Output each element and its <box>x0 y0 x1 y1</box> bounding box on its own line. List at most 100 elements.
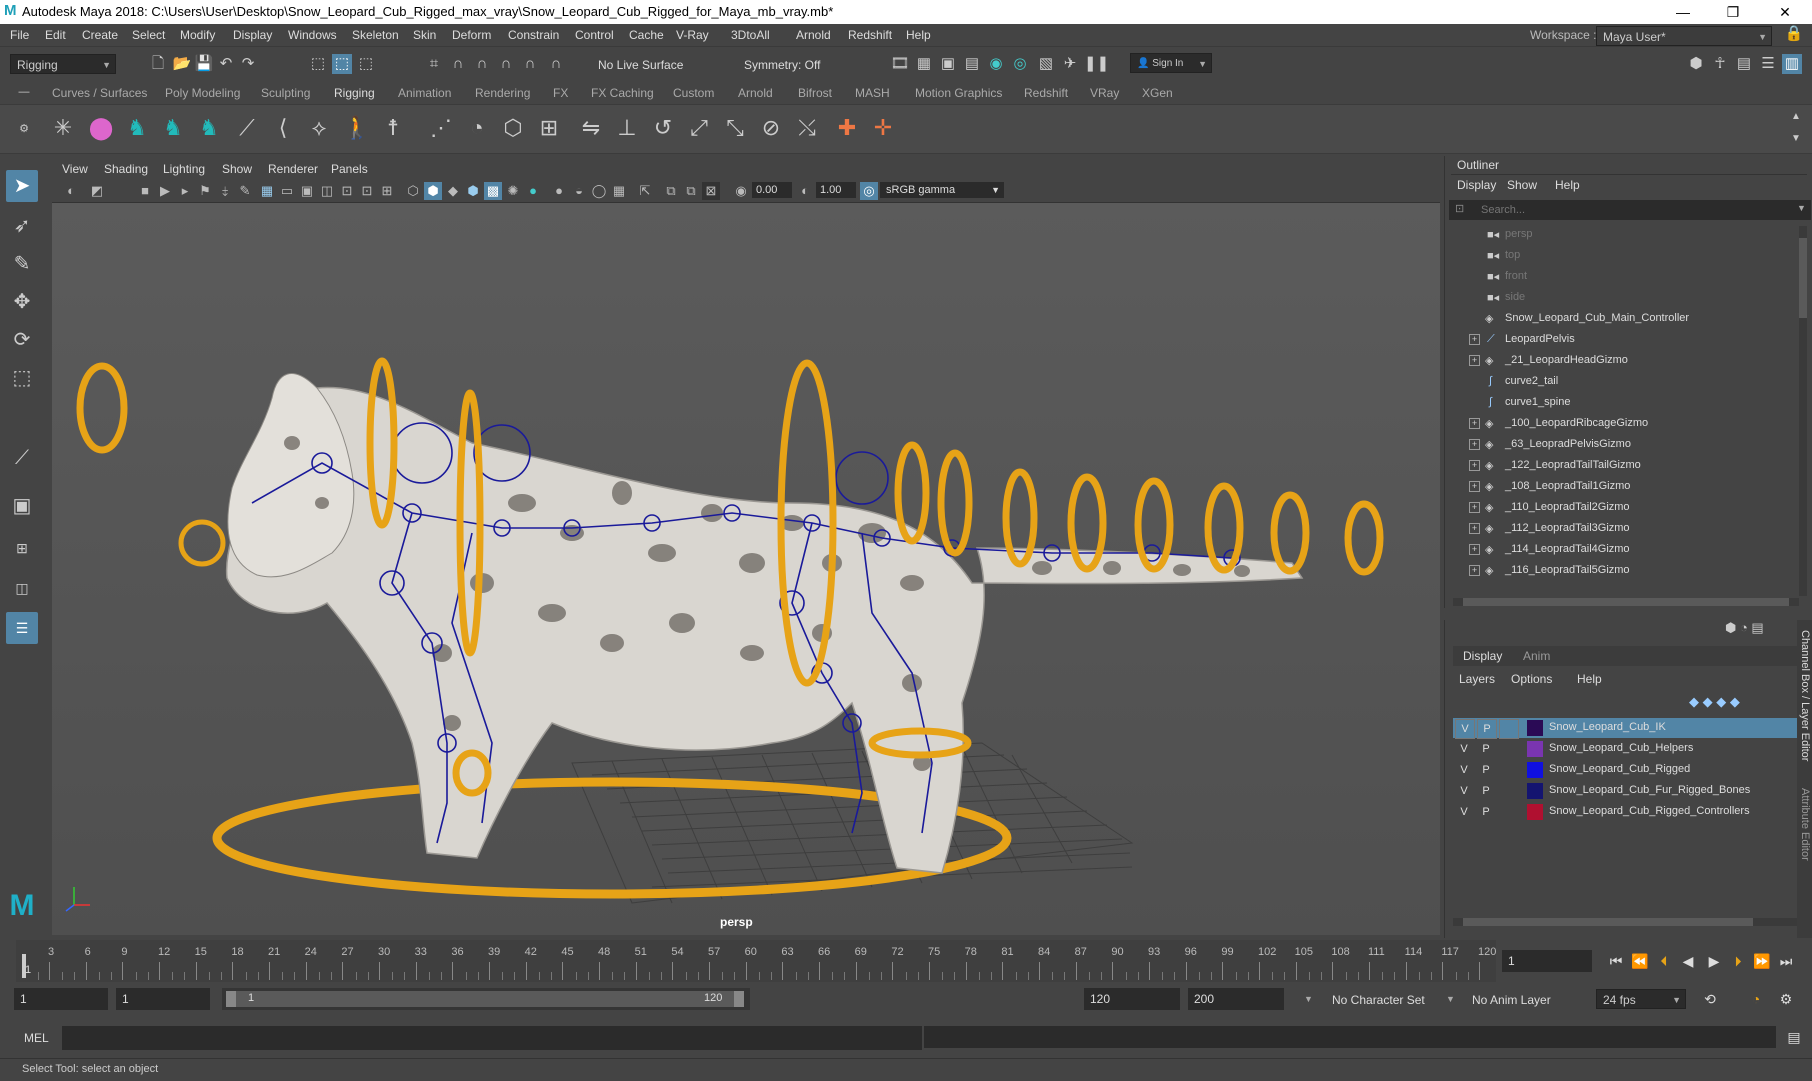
viewport-menu-show[interactable]: Show <box>222 162 252 176</box>
attribute-editor-side-tab[interactable]: Attribute Editor <box>1799 788 1811 861</box>
outliner-menu-show[interactable]: Show <box>1507 178 1537 192</box>
backface-icon[interactable]: ⊠ <box>702 182 720 200</box>
pause-icon[interactable]: ❚❚ <box>1084 54 1109 74</box>
tool-settings-icon[interactable]: ☰ <box>1758 54 1778 74</box>
maximize-button[interactable]: ❐ <box>1710 0 1756 24</box>
modeling-toolkit-icon[interactable]: ⬢ <box>1686 54 1706 74</box>
layer-color-swatch[interactable] <box>1527 762 1543 778</box>
safe-title-icon[interactable]: ⊞ <box>378 182 396 200</box>
locator-icon[interactable]: ✚ <box>832 113 862 143</box>
expand-icon[interactable]: + <box>1469 544 1480 555</box>
menu-edit[interactable]: Edit <box>45 28 66 42</box>
playblast-icon[interactable]: ✈ <box>1060 54 1080 74</box>
range-slider-track[interactable]: 1 120 <box>222 988 750 1010</box>
select-component-icon[interactable]: ⬚ <box>356 54 376 74</box>
scale-constraint-icon[interactable]: ⤡ <box>720 113 750 143</box>
hik-icon[interactable]: ⬤ <box>86 113 116 143</box>
layer-menu-options[interactable]: Options <box>1511 672 1552 686</box>
outliner-item-tail4-gizmo[interactable]: _114_LeopradTail4Gizmo <box>1505 543 1630 555</box>
tab-display[interactable]: Display <box>1463 649 1502 663</box>
outliner-item-ribcage-gizmo[interactable]: _100_LeopardRibcageGizmo <box>1505 417 1648 429</box>
symmetry-label[interactable]: Symmetry: Off <box>744 58 820 72</box>
animation-end-field[interactable]: 200 <box>1188 988 1284 1010</box>
expand-icon[interactable]: + <box>1469 355 1480 366</box>
character-controls-icon[interactable]: ☥ <box>1710 54 1730 74</box>
viewport-menu-panels[interactable]: Panels <box>331 162 368 176</box>
layer-visibility-toggle[interactable]: V <box>1455 761 1473 779</box>
render-settings-icon[interactable]: ▤ <box>962 54 982 74</box>
step-forward-key-icon[interactable]: ⏩ <box>1752 950 1772 972</box>
layer-type-toggle[interactable] <box>1499 740 1517 758</box>
save-scene-icon[interactable]: 💾 <box>194 54 214 74</box>
layer-visibility-toggle[interactable]: V <box>1455 782 1473 800</box>
exposure-field[interactable]: 0.00 <box>752 182 792 198</box>
viewport-menu-lighting[interactable]: Lighting <box>163 162 205 176</box>
anim-preferences-icon[interactable]: ⚙ <box>1776 988 1796 1010</box>
bind-skin-icon[interactable]: ♞ <box>122 113 152 143</box>
tab-rigging[interactable]: Rigging <box>334 86 375 100</box>
menu-modify[interactable]: Modify <box>180 28 215 42</box>
tab-xgen[interactable]: XGen <box>1142 86 1173 100</box>
outliner-search-input[interactable] <box>1479 202 1783 218</box>
channel-box-side-tab[interactable]: Channel Box / Layer Editor <box>1799 630 1811 761</box>
tab-curves-surfaces[interactable]: Curves / Surfaces <box>52 86 147 100</box>
layer-color-swatch[interactable] <box>1527 720 1543 736</box>
anti-aliasing-icon[interactable]: ◒ <box>570 182 588 200</box>
lasso-tool-icon[interactable]: ➶ <box>6 210 38 242</box>
wireframe-icon[interactable]: ⬡ <box>404 182 422 200</box>
snap-curve-icon[interactable]: ∩ <box>448 54 468 74</box>
single-perspective-layout-icon[interactable]: ▣ <box>6 490 38 522</box>
point-constraint-icon[interactable]: ⊥ <box>612 113 642 143</box>
use-all-lights-icon[interactable]: ▩ <box>484 182 502 200</box>
layer-hscrollbar[interactable] <box>1453 918 1799 926</box>
viewport-menu-renderer[interactable]: Renderer <box>268 162 318 176</box>
tab-sculpting[interactable]: Sculpting <box>261 86 310 100</box>
layer-row[interactable]: V P Snow_Leopard_Cub_Fur_Rigged_Bones <box>1453 781 1799 801</box>
select-object-icon[interactable]: ⬚ <box>332 54 352 74</box>
layer-action-icons[interactable]: ◆ ◆ ◆ ◆ <box>1689 694 1740 710</box>
snap-point-icon[interactable]: ∩ <box>472 54 492 74</box>
animation-start-field[interactable]: 1 <box>14 988 108 1010</box>
outliner-hscrollbar[interactable] <box>1453 598 1799 606</box>
ipr-render-icon[interactable]: ▣ <box>938 54 958 74</box>
layer-row[interactable]: V P Snow_Leopard_Cub_Rigged_Controllers <box>1453 802 1799 822</box>
chevron-down-icon[interactable]: ▼ <box>1446 994 1455 1004</box>
quick-rig-icon[interactable]: 🚶 <box>342 113 372 143</box>
textured-icon[interactable]: ⬢ <box>464 182 482 200</box>
snap-view-icon[interactable]: ∩ <box>496 54 516 74</box>
viewport-persp[interactable]: persp <box>52 203 1440 935</box>
outliner-item-tail3-gizmo[interactable]: _112_LeopradTail3Gizmo <box>1505 522 1630 534</box>
open-scene-icon[interactable]: 📂 <box>172 54 192 74</box>
redo-icon[interactable]: ↷ <box>238 54 258 74</box>
parent-constraint-icon[interactable]: ⇋ <box>576 113 606 143</box>
menu-windows[interactable]: Windows <box>288 28 337 42</box>
layer-name[interactable]: Snow_Leopard_Cub_Rigged <box>1549 763 1690 775</box>
wrap-icon[interactable]: ⬡ <box>498 113 528 143</box>
film-gate-icon[interactable]: ▭ <box>278 182 296 200</box>
time-slider[interactable]: 1 3 6 9 12 15 18 21 24 27 30 33 36 39 42 45 48 51 54 57 60 6… <box>0 940 1812 982</box>
layer-visibility-toggle[interactable]: V <box>1455 719 1475 739</box>
layer-name[interactable]: Snow_Leopard_Cub_IK <box>1549 721 1666 733</box>
xray-joints-icon[interactable]: ⧉ <box>662 182 680 200</box>
cluster-icon[interactable]: ◔ <box>462 113 492 143</box>
menu-select[interactable]: Select <box>132 28 165 42</box>
layer-name[interactable]: Snow_Leopard_Cub_Rigged_Controllers <box>1549 805 1750 817</box>
color-management-icon[interactable]: ◎ <box>860 182 878 200</box>
expand-icon[interactable]: + <box>1469 439 1480 450</box>
layer-name[interactable]: Snow_Leopard_Cub_Helpers <box>1549 742 1693 754</box>
scale-tool-icon[interactable]: ⬚ <box>6 362 38 394</box>
anim-layer-label[interactable]: No Anim Layer <box>1472 993 1551 1007</box>
mel-label[interactable]: MEL <box>24 1031 49 1045</box>
gate-mask-icon[interactable]: ◫ <box>318 182 336 200</box>
orient-constraint-icon[interactable]: ⤢ <box>684 113 714 143</box>
menu-set-dropdown[interactable]: Rigging ▼ <box>10 54 116 74</box>
layer-color-swatch[interactable] <box>1527 783 1543 799</box>
snap-vertex-icon[interactable]: ∩ <box>546 54 566 74</box>
four-view-layout-icon[interactable]: ⊞ <box>6 532 38 564</box>
menu-create[interactable]: Create <box>82 28 118 42</box>
lattice-icon[interactable]: ⋰ <box>426 113 456 143</box>
image-plane-icon[interactable]: ▸ <box>176 182 194 200</box>
menu-control[interactable]: Control <box>575 28 614 42</box>
layer-row[interactable]: V P Snow_Leopard_Cub_Rigged <box>1453 760 1799 780</box>
layer-hscroll-thumb[interactable] <box>1463 918 1753 926</box>
